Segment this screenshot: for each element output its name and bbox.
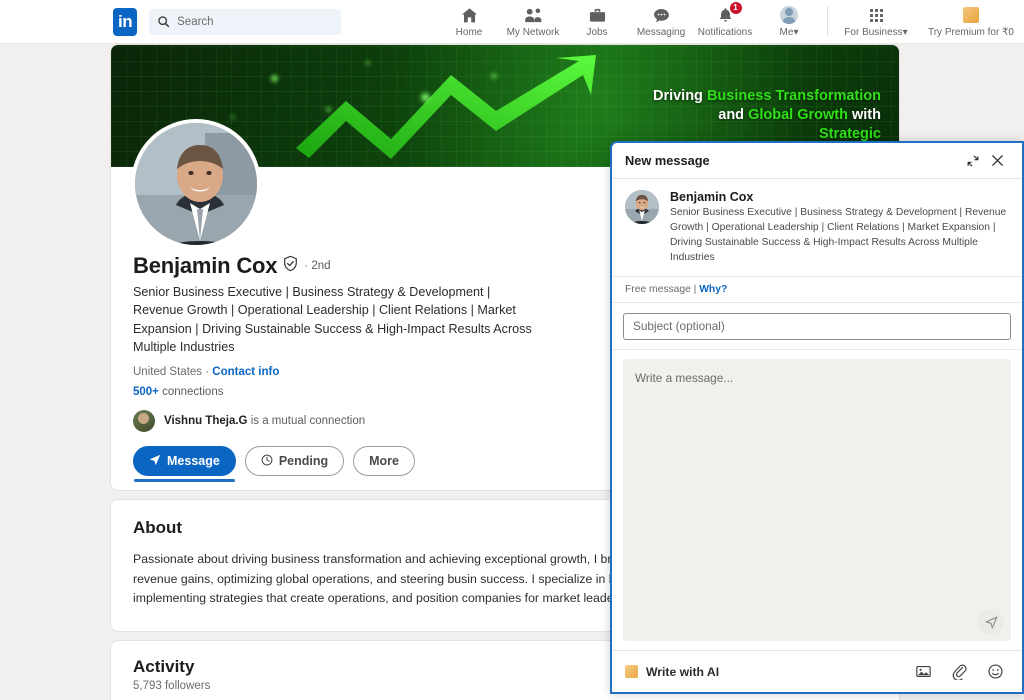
nav-item-for-business[interactable]: For Business▾ bbox=[834, 0, 918, 44]
banner-spark bbox=[421, 93, 430, 102]
banner-spark bbox=[326, 107, 331, 112]
page-root: in Home My Network bbox=[0, 0, 1024, 700]
pending-button-label: Pending bbox=[278, 454, 329, 468]
banner-line2-plain-b: with bbox=[847, 107, 881, 124]
more-button[interactable]: More bbox=[353, 446, 415, 476]
pending-button[interactable]: Pending bbox=[244, 446, 345, 476]
nav-label-messaging: Messaging bbox=[636, 26, 686, 38]
growth-arrow-graphic bbox=[296, 55, 596, 159]
recipient-headline: Senior Business Executive | Business Str… bbox=[670, 207, 1007, 263]
briefcase-icon bbox=[588, 6, 607, 25]
nav-divider bbox=[827, 5, 828, 36]
linkedin-logo[interactable]: in bbox=[113, 7, 138, 36]
nav-item-notifications[interactable]: 1 Notifications bbox=[693, 0, 757, 44]
search-box[interactable] bbox=[149, 8, 341, 35]
bell-icon: 1 bbox=[716, 1, 742, 25]
nav-label-business-text: For Business bbox=[844, 26, 903, 38]
banner-line2-accent: Global Growth bbox=[748, 107, 848, 124]
connections-count: 500+ bbox=[133, 386, 159, 398]
profile-headline: Senior Business Executive | Business Str… bbox=[133, 285, 532, 354]
search-icon bbox=[157, 15, 170, 28]
more-button-label: More bbox=[369, 454, 399, 468]
nav-items: Home My Network Jobs Messaging 1 Notific… bbox=[437, 0, 1024, 44]
recipient-avatar[interactable] bbox=[625, 190, 659, 224]
nav-label-me: Me▾ bbox=[780, 27, 799, 38]
recipient-text-block: Benjamin Cox Senior Business Executive |… bbox=[670, 190, 1009, 266]
banner-spark bbox=[491, 73, 497, 79]
banner-line1-plain: Driving bbox=[652, 88, 707, 104]
premium-square-icon bbox=[963, 6, 979, 25]
banner-spark bbox=[271, 75, 278, 82]
write-with-ai-button[interactable]: Write with AI bbox=[646, 665, 719, 679]
banner-spark bbox=[366, 61, 370, 65]
message-recipient-block: Benjamin Cox Senior Business Executive |… bbox=[612, 179, 1022, 277]
why-link[interactable]: Why? bbox=[699, 284, 727, 295]
nav-item-me[interactable]: Me▾ bbox=[757, 0, 821, 44]
nav-label-home: Home bbox=[455, 26, 483, 38]
emoji-icon[interactable] bbox=[981, 658, 1009, 686]
notification-badge: 1 bbox=[729, 1, 742, 14]
collapse-icon[interactable] bbox=[961, 149, 985, 173]
nav-item-messaging[interactable]: Messaging bbox=[629, 0, 693, 44]
nav-label-notifications: Notifications bbox=[697, 26, 753, 38]
free-message-row: Free message | Why? bbox=[612, 276, 1022, 303]
banner-line3-accent: Strategic bbox=[818, 126, 881, 143]
mutual-connection-name: Vishnu Theja.G bbox=[164, 415, 248, 427]
nav-item-my-network[interactable]: My Network bbox=[501, 0, 565, 44]
message-overlay-header: New message bbox=[612, 143, 1022, 179]
message-button-underline bbox=[134, 479, 235, 482]
search-input[interactable] bbox=[177, 15, 333, 28]
message-body-wrapper bbox=[612, 350, 1022, 650]
mutual-connection-avatar bbox=[133, 410, 155, 432]
send-icon bbox=[149, 454, 161, 469]
connections-label: connections bbox=[158, 386, 224, 398]
profile-location: United States · bbox=[133, 366, 213, 378]
new-message-overlay: New message Benjamin Cox Senior Business… bbox=[610, 141, 1024, 694]
grid-icon bbox=[869, 6, 883, 25]
chevron-down-icon-business: ▾ bbox=[902, 26, 908, 38]
image-icon[interactable] bbox=[909, 658, 937, 686]
mutual-connection-suffix: is a mutual connection bbox=[247, 415, 366, 427]
banner-line1-accent: Business Transformation bbox=[706, 88, 881, 104]
mutual-connection-text: Vishnu Theja.G is a mutual connection bbox=[164, 415, 365, 427]
banner-line2-plain-a: and bbox=[718, 107, 749, 124]
nav-item-try-premium[interactable]: Try Premium for ₹0 bbox=[918, 0, 1024, 44]
nav-label-jobs: Jobs bbox=[586, 26, 608, 38]
contact-info-link[interactable]: Contact info bbox=[212, 366, 279, 378]
message-body-input[interactable] bbox=[623, 358, 1011, 641]
avatar-icon bbox=[780, 6, 798, 25]
home-icon bbox=[460, 6, 479, 25]
connection-degree: · 2nd bbox=[304, 260, 331, 272]
nav-label-me-text: Me bbox=[779, 26, 794, 38]
message-bubble-icon bbox=[652, 6, 671, 25]
clock-icon bbox=[261, 454, 273, 469]
chevron-down-icon: ▾ bbox=[793, 26, 799, 38]
message-button-label: Message bbox=[167, 454, 220, 468]
message-button[interactable]: Message bbox=[133, 446, 236, 482]
banner-spark bbox=[231, 115, 235, 119]
nav-item-home[interactable]: Home bbox=[437, 0, 501, 44]
page-title: Benjamin Cox bbox=[133, 253, 278, 278]
message-overlay-footer: Write with AI bbox=[612, 650, 1022, 692]
global-navigation-bar: in Home My Network bbox=[0, 0, 1024, 44]
nav-item-jobs[interactable]: Jobs bbox=[565, 0, 629, 44]
subject-input[interactable] bbox=[623, 312, 1011, 340]
message-overlay-title: New message bbox=[625, 153, 710, 168]
paperclip-icon[interactable] bbox=[945, 658, 973, 686]
nav-label-for-business: For Business▾ bbox=[844, 27, 907, 38]
recipient-name: Benjamin Cox bbox=[670, 190, 754, 204]
free-message-label: Free message | bbox=[625, 283, 700, 295]
nav-label-my-network: My Network bbox=[506, 26, 560, 38]
close-icon[interactable] bbox=[985, 149, 1009, 173]
send-icon[interactable] bbox=[978, 609, 1004, 635]
ai-sparkle-icon bbox=[625, 665, 638, 678]
network-icon bbox=[524, 6, 543, 25]
verified-badge-icon bbox=[282, 255, 299, 277]
subject-field-wrapper bbox=[612, 303, 1022, 350]
nav-label-try-premium: Try Premium for ₹0 bbox=[927, 26, 1014, 38]
